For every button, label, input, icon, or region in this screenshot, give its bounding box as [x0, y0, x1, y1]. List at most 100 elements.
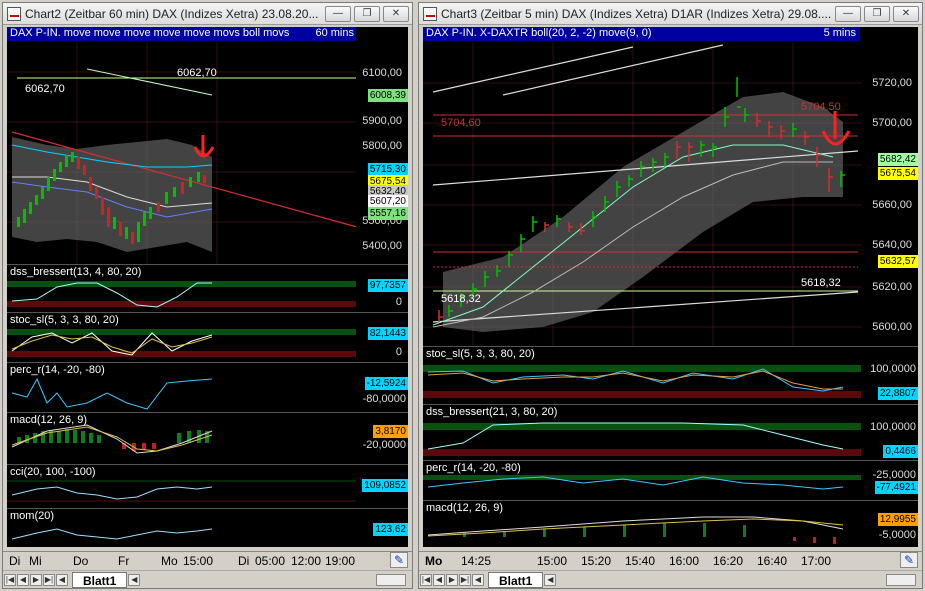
red-line-label-right: 5704,50 [801, 101, 841, 113]
chart3-title: Chart3 (Zeitbar 5 min) DAX (Indizes Xetr… [441, 6, 832, 21]
chart3-titlebar[interactable]: Chart3 (Zeitbar 5 min) DAX (Indizes Xetr… [419, 3, 922, 25]
indicator-pane-macd[interactable]: macd(12, 26, 9) 12,9955 -5,0000 [423, 501, 918, 547]
close-button[interactable]: ✕ [383, 5, 409, 22]
indicator-pane-stoc[interactable]: stoc_sl(5, 3, 3, 80, 20) 100,0000 22,880… [423, 347, 918, 405]
indicator-tag: -77,4921 [874, 481, 918, 494]
price-pane[interactable]: DAX P-IN. move move move move move movs … [7, 27, 408, 265]
price-pane[interactable]: DAX P-IN. X-DAXTR boll(20, 2, -2) move(9… [423, 27, 918, 347]
chart2-area[interactable]: DAX P-IN. move move move move move movs … [7, 27, 408, 547]
sheet-tabs: |◀ ◀ ▶ ▶| ◀ Blatt1 ◀ [419, 570, 922, 588]
indicator-label: macd(12, 26, 9) [426, 502, 504, 514]
time-label: 14:25 [461, 554, 492, 568]
chart2-titlebar[interactable]: Chart2 (Zeitbar 60 min) DAX (Indizes Xet… [3, 3, 412, 25]
indicator-label: perc_r(14, -20, -80) [10, 364, 105, 376]
prev-sheet-button[interactable]: ◀ [17, 573, 29, 586]
price-scale[interactable]: 5720,00 5700,00 5660,00 5640,00 5620,00 … [862, 27, 918, 346]
price-tick: 5800,00 [362, 140, 402, 152]
white-trend-2 [502, 44, 724, 96]
prev-sheet-button[interactable]: ◀ [433, 573, 445, 586]
sheet-tab[interactable]: Blatt1 [72, 571, 128, 588]
time-label: 15:20 [581, 554, 612, 568]
minimize-button[interactable]: — [835, 5, 861, 22]
next-sheet-button[interactable]: ▶ [30, 573, 42, 586]
scroll-left-button[interactable]: ◀ [472, 573, 484, 586]
indicator-pane-percr[interactable]: perc_r(14, -20, -80) -12,5924 -80,0000 [7, 363, 408, 413]
indicator-tag: 97,7357 [367, 279, 408, 292]
chart3-window: Chart3 (Zeitbar 5 min) DAX (Indizes Xetr… [418, 2, 923, 589]
close-button[interactable]: ✕ [893, 5, 919, 22]
price-tick: 5400,00 [362, 240, 402, 252]
indicator-label: perc_r(14, -20, -80) [426, 462, 521, 474]
chart3-area[interactable]: DAX P-IN. X-DAXTR boll(20, 2, -2) move(9… [423, 27, 918, 547]
time-label: Mi [29, 554, 42, 568]
mom-line [11, 528, 213, 540]
time-label: 16:20 [713, 554, 744, 568]
restore-button[interactable]: ❐ [864, 5, 890, 22]
timeframe-label: 5 mins [823, 27, 856, 39]
price-scale[interactable]: 6100,00 5900,00 5800,00 5500,00 5400,00 … [356, 27, 408, 264]
green-line-label-left: 5618,32 [441, 293, 481, 305]
sheet-tab[interactable]: Blatt1 [488, 571, 544, 588]
indicator-zero: 0 [395, 296, 402, 308]
indicator-tag: 22,8807 [877, 387, 918, 400]
time-axis: Di Mi Do Fr Mo 15:00 Di 05:00 12:00 19:0… [3, 551, 412, 569]
sheet-tabs: |◀ ◀ ▶ ▶| ◀ Blatt1 ◀ [3, 570, 412, 588]
indicator-zero: 0 [395, 346, 402, 358]
down-arrow-icon [193, 135, 215, 158]
horizontal-scrollbar[interactable] [376, 573, 406, 586]
percr-line [11, 377, 213, 410]
time-axis: Mo 14:25 15:00 15:20 15:40 16:00 16:20 1… [419, 551, 922, 569]
cci-line [11, 486, 213, 500]
next-sheet-button[interactable]: ▶ [446, 573, 458, 586]
indicator-pane-mom[interactable]: mom(20) 123,62 [7, 509, 408, 547]
indicator-label: dss_bressert(13, 4, 80, 20) [10, 266, 142, 278]
indicator-pane-cci[interactable]: cci(20, 100, -100) 109,0852 [7, 465, 408, 509]
macd-signal [427, 518, 844, 537]
main-label: DAX P-IN. X-DAXTR boll(20, 2, -2) move(9… [426, 27, 652, 39]
time-label: Mo [161, 554, 178, 568]
time-label: Fr [118, 554, 130, 568]
restore-button[interactable]: ❐ [354, 5, 380, 22]
chart-app-icon [7, 6, 21, 21]
indicator-label: mom(20) [10, 510, 55, 522]
indicator-label: macd(12, 26, 9) [10, 414, 88, 426]
price-tick: 5720,00 [872, 77, 912, 89]
indicator-pane-percr[interactable]: perc_r(14, -20, -80) -25,0000 -77,4921 [423, 461, 918, 501]
bollinger-band [443, 92, 843, 332]
indicator-top: -25,0000 [872, 469, 916, 481]
tab-scroll-button[interactable]: ◀ [544, 573, 557, 586]
draw-tool-icon[interactable]: ✎ [390, 552, 408, 568]
last-sheet-button[interactable]: ▶| [43, 573, 55, 586]
scroll-left-button[interactable]: ◀ [56, 573, 68, 586]
first-sheet-button[interactable]: |◀ [420, 573, 432, 586]
indicator-tag: 123,62 [373, 523, 408, 536]
red-line-label-left: 5704,60 [441, 117, 481, 129]
value-tag: 5682,42 [877, 153, 918, 166]
horizontal-scrollbar[interactable] [886, 573, 916, 586]
indicator-pane-macd[interactable]: macd(12, 26, 9) 3,8170 -20,0000 [7, 413, 408, 465]
price-tick: 6100,00 [362, 67, 402, 79]
time-label: Di [238, 554, 250, 568]
stoc-signal [11, 334, 213, 354]
draw-tool-icon[interactable]: ✎ [900, 552, 918, 568]
indicator-zero: -80,0000 [362, 393, 406, 405]
minimize-button[interactable]: — [325, 5, 351, 22]
indicator-pane-stoc[interactable]: stoc_sl(5, 3, 3, 80, 20) 82,1443 0 [7, 313, 408, 363]
time-label: 15:40 [625, 554, 656, 568]
time-label: 12:00 [291, 554, 322, 568]
tab-scroll-button[interactable]: ◀ [128, 573, 141, 586]
price-tick: 5620,00 [872, 281, 912, 293]
main-label: DAX P-IN. move move move move move movs … [10, 27, 290, 39]
first-sheet-button[interactable]: |◀ [4, 573, 16, 586]
time-label: Do [73, 554, 89, 568]
indicator-pane-dss[interactable]: dss_bressert(21, 3, 80, 20) 100,0000 0,4… [423, 405, 918, 461]
timeframe-label: 60 mins [315, 27, 354, 39]
chart2-title: Chart2 (Zeitbar 60 min) DAX (Indizes Xet… [25, 6, 319, 21]
indicator-pane-dss[interactable]: dss_bressert(13, 4, 80, 20) 97,7357 0 [7, 265, 408, 313]
price-tick: 5900,00 [362, 115, 402, 127]
value-tag: 5675,54 [877, 167, 918, 180]
time-label: 19:00 [325, 554, 356, 568]
last-sheet-button[interactable]: ▶| [459, 573, 471, 586]
time-label: Di [9, 554, 21, 568]
time-label: Mo [425, 554, 443, 568]
